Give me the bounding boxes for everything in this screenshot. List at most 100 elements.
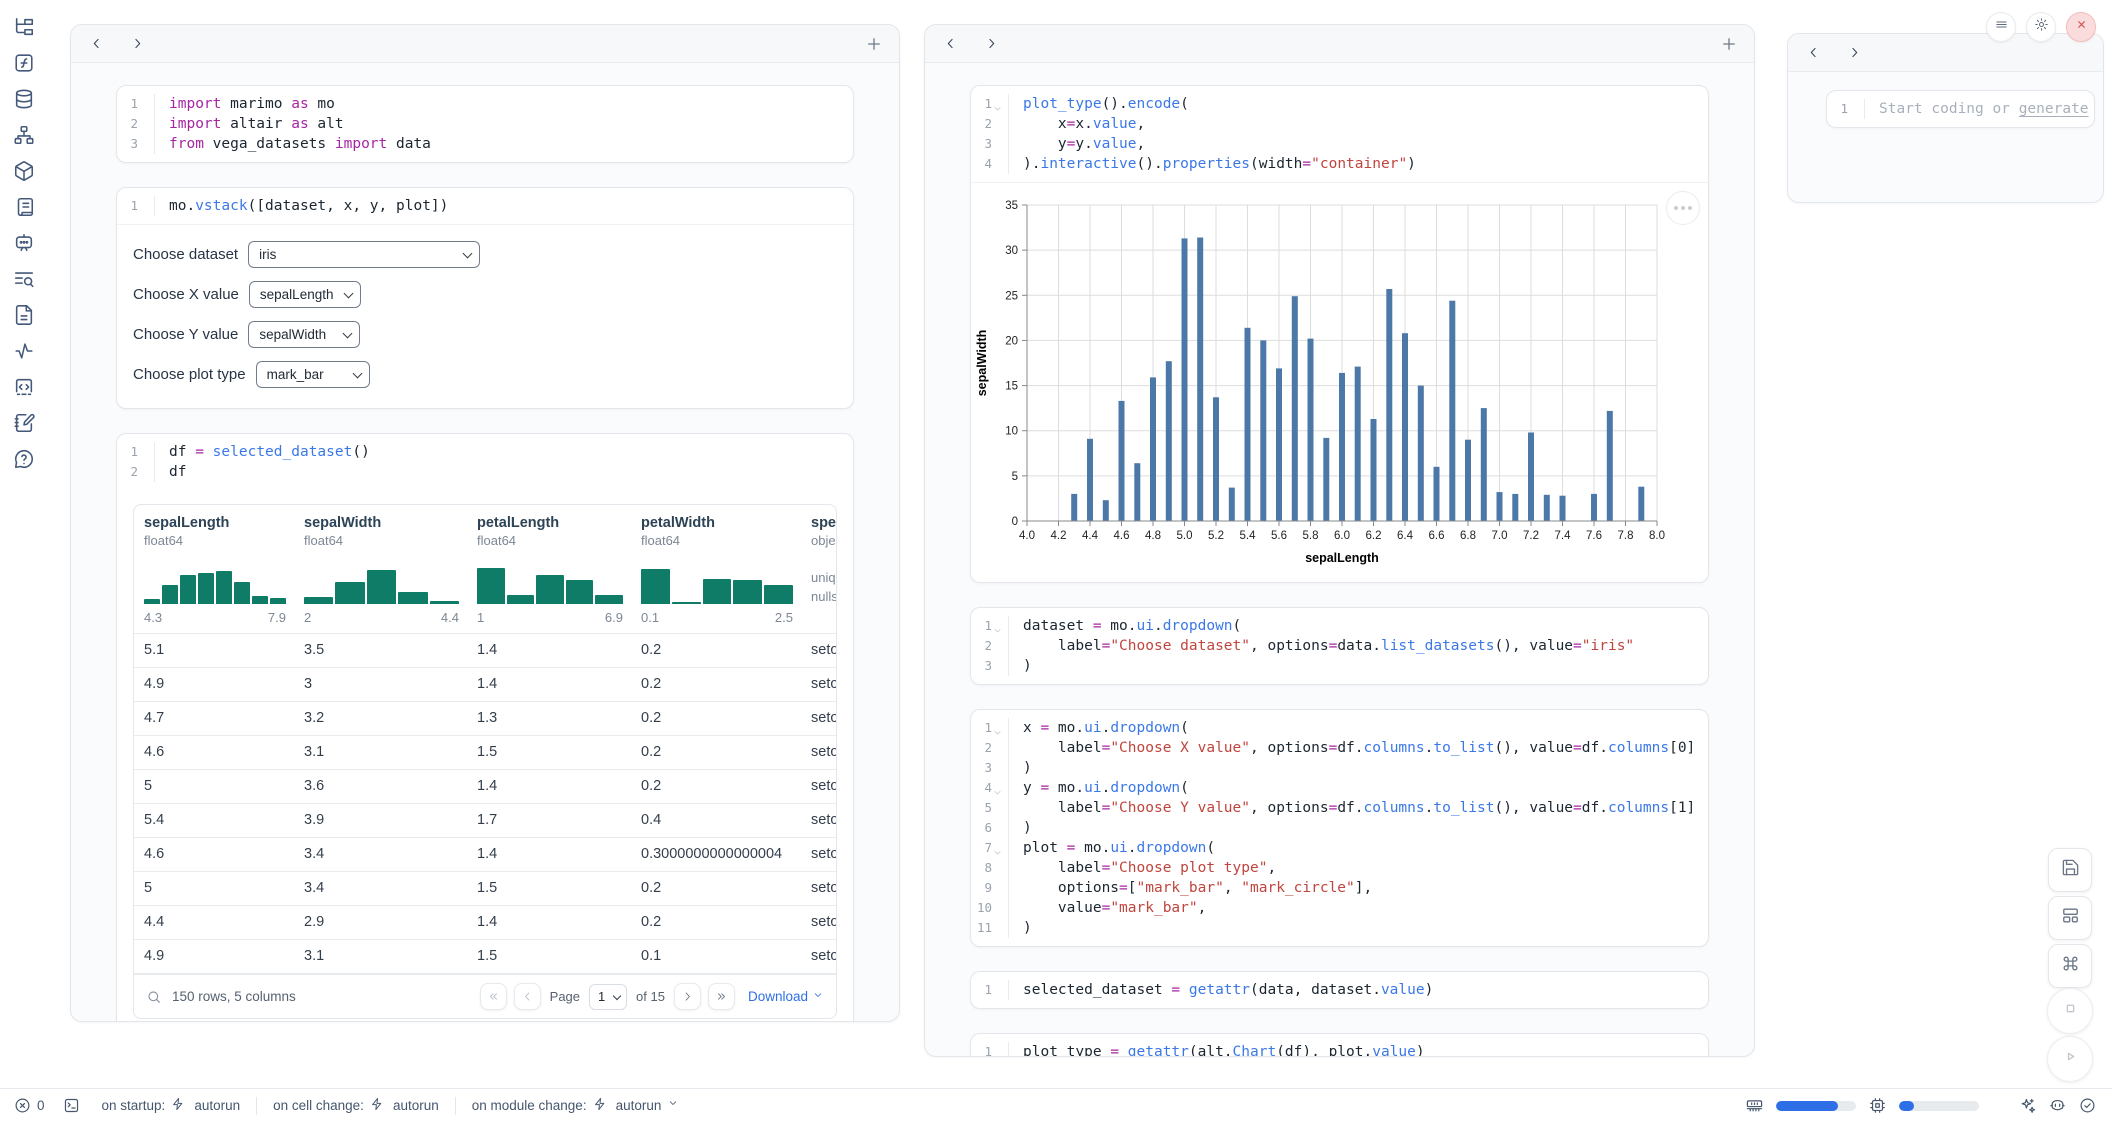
network-icon[interactable]: [13, 124, 35, 146]
column-back-icon[interactable]: [943, 36, 958, 51]
table-cell: 0.3000000000000004: [641, 838, 811, 871]
scroll-text-icon[interactable]: [13, 196, 35, 218]
table-cell: 4.9: [144, 940, 304, 973]
table-cell: setosa: [811, 838, 836, 871]
divider: [455, 1097, 456, 1115]
download-button[interactable]: Download: [748, 989, 824, 1004]
column-forward-icon[interactable]: [130, 36, 145, 51]
code-text[interactable]: plot_type().encode( x=x.value, y=y.value…: [1009, 94, 1416, 174]
last-page-button[interactable]: [708, 983, 735, 1010]
histogram-bar: [270, 598, 286, 604]
menu-button[interactable]: [1986, 12, 2016, 42]
bar: [1418, 386, 1424, 521]
page-number-select[interactable]: 1: [589, 984, 627, 1010]
column-name: sepalWidth: [304, 515, 463, 531]
fold-caret-icon[interactable]: [993, 843, 1004, 854]
column-forward-icon[interactable]: [1847, 45, 1862, 60]
database-icon[interactable]: [13, 88, 35, 110]
column-back-icon[interactable]: [89, 36, 104, 51]
code-editor[interactable]: 123dataset = mo.ui.dropdown( label="Choo…: [971, 608, 1708, 684]
code-editor[interactable]: 1mo.vstack([dataset, x, y, plot]): [117, 188, 853, 224]
code-text[interactable]: selected_dataset = getattr(data, dataset…: [1009, 980, 1433, 1000]
generate-link[interactable]: generate: [2019, 101, 2089, 117]
fold-caret-icon[interactable]: [993, 723, 1004, 734]
table-cell: setosa: [811, 906, 836, 939]
next-page-button[interactable]: [674, 983, 701, 1010]
code-square-icon[interactable]: [13, 376, 35, 398]
code-text[interactable]: dataset = mo.ui.dropdown( label="Choose …: [1009, 616, 1634, 676]
notebook-pen-icon[interactable]: [13, 412, 35, 434]
search-icon[interactable]: [146, 989, 162, 1005]
fold-caret-icon[interactable]: [993, 783, 1004, 794]
stop-button[interactable]: [2047, 988, 2093, 1034]
code-editor[interactable]: 1plot_type = getattr(alt.Chart(df), plot…: [971, 1034, 1708, 1057]
function-square-icon[interactable]: [13, 52, 35, 74]
close-button[interactable]: [2066, 12, 2096, 42]
connection-status-icon[interactable]: [2079, 1097, 2096, 1114]
help-circle-icon[interactable]: [13, 448, 35, 470]
fold-caret-icon[interactable]: [993, 99, 1004, 110]
bar: [1544, 495, 1550, 521]
line-number-gutter: 1234: [971, 94, 1009, 174]
dropdown-select-choose-y-value[interactable]: sepalWidth: [248, 321, 360, 348]
code-text[interactable]: plot_type = getattr(alt.Chart(df), plot.…: [1009, 1042, 1425, 1057]
code-cell-plot: 1234plot_type().encode( x=x.value, y=y.v…: [970, 85, 1709, 583]
add-cell-icon[interactable]: [1720, 35, 1738, 53]
usage-meter: [1899, 1101, 1979, 1111]
stop-icon: [2061, 999, 2080, 1023]
table-column-header[interactable]: speciesobjectunique:nulls:: [811, 515, 836, 625]
run-setting-2[interactable]: on module change:autorun: [472, 1097, 685, 1114]
file-tree-icon[interactable]: [13, 16, 35, 38]
marimo-app: 123import marimo as moimport altair as a…: [0, 0, 2112, 1122]
code-placeholder[interactable]: Start coding or generate with AI: [1865, 99, 2094, 119]
dropdown-select-choose-x-value[interactable]: sepalLength: [249, 281, 361, 308]
first-page-button[interactable]: [480, 983, 507, 1010]
layout-button[interactable]: [2048, 896, 2092, 940]
code-editor[interactable]: 12df = selected_dataset()df: [117, 434, 853, 490]
code-editor[interactable]: 1selected_dataset = getattr(data, datase…: [971, 972, 1708, 1008]
table-column-header[interactable]: petalWidthfloat640.12.5: [641, 515, 811, 625]
code-editor[interactable]: 1234plot_type().encode( x=x.value, y=y.v…: [971, 86, 1708, 182]
activity-icon[interactable]: [13, 340, 35, 362]
code-editor[interactable]: 1 Start coding or generate with AI: [1827, 91, 2094, 127]
package-icon[interactable]: [13, 160, 35, 182]
table-column-header[interactable]: petalLengthfloat6416.9: [477, 515, 641, 625]
code-editor[interactable]: 1234567891011x = mo.ui.dropdown( label="…: [971, 710, 1708, 946]
table-cell: 0.2: [641, 872, 811, 905]
save-button[interactable]: [2048, 848, 2092, 892]
fold-caret-icon[interactable]: [993, 621, 1004, 632]
column-forward-icon[interactable]: [984, 36, 999, 51]
code-text[interactable]: import marimo as moimport altair as altf…: [155, 94, 431, 154]
errors-indicator[interactable]: 0: [14, 1097, 45, 1114]
column-min-max: 4.37.9: [144, 610, 286, 625]
copilot-icon[interactable]: [2049, 1097, 2066, 1114]
code-editor[interactable]: 123import marimo as moimport altair as a…: [117, 86, 853, 162]
run-button[interactable]: [2047, 1036, 2093, 1082]
line-number-gutter: 123: [117, 94, 155, 154]
table-column-header[interactable]: sepalWidthfloat6424.4: [304, 515, 477, 625]
sparkles-icon[interactable]: [2019, 1097, 2036, 1114]
max-value: 2.5: [775, 610, 793, 625]
bot-chat-icon[interactable]: [13, 232, 35, 254]
table-column-header[interactable]: sepalLengthfloat644.37.9: [144, 515, 304, 625]
x-axis-title: sepalLength: [1305, 551, 1379, 565]
settings-button[interactable]: [2026, 12, 2056, 42]
column-back-icon[interactable]: [1806, 45, 1821, 60]
dropdown-select-choose-plot-type[interactable]: mark_bar: [256, 361, 370, 388]
add-cell-icon[interactable]: [865, 35, 883, 53]
chart-menu-button[interactable]: [1666, 191, 1700, 225]
run-setting-1[interactable]: on cell change:autorun: [273, 1097, 439, 1114]
code-text[interactable]: x = mo.ui.dropdown( label="Choose X valu…: [1009, 718, 1695, 938]
run-setting-0[interactable]: on startup:autorun: [102, 1097, 241, 1114]
previous-page-button[interactable]: [514, 983, 541, 1010]
command-palette-button[interactable]: [2048, 944, 2092, 988]
run-settings: on startup:autorun on cell change:autorun…: [102, 1097, 685, 1115]
dropdown-select-choose-dataset[interactable]: iris: [248, 241, 480, 268]
file-text-icon[interactable]: [13, 304, 35, 326]
text-search-icon[interactable]: [13, 268, 35, 290]
code-text[interactable]: mo.vstack([dataset, x, y, plot]): [155, 196, 448, 216]
terminal-button[interactable]: [63, 1097, 80, 1114]
code-text[interactable]: df = selected_dataset()df: [155, 442, 370, 482]
usage-meter: [1776, 1101, 1856, 1111]
table-cell: 0.1: [641, 940, 811, 973]
